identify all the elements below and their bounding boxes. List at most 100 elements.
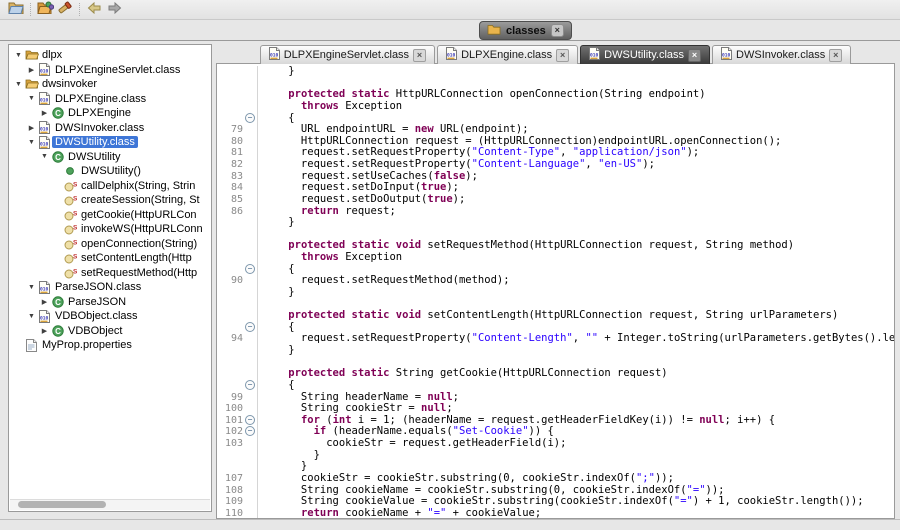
tab-classes[interactable]: classes ×: [479, 21, 572, 40]
open-type-icon-button[interactable]: [35, 2, 55, 18]
tree-item-invokews-httpurlconn[interactable]: SinvokeWS(HttpURLConn: [9, 222, 211, 237]
code-line[interactable]: }: [217, 345, 894, 357]
chevron-down-icon[interactable]: ▼: [26, 284, 37, 291]
line-number: 110: [217, 508, 243, 519]
tree-item-getcookie-httpurlcon[interactable]: SgetCookie(HttpURLCon: [9, 208, 211, 223]
editor-area[interactable]: } protected static HttpURLConnection ope…: [216, 63, 895, 519]
code-line[interactable]: }: [217, 66, 894, 78]
tree-item-label: invokeWS(HttpURLConn: [78, 223, 206, 235]
close-icon[interactable]: ×: [413, 49, 426, 62]
code-line[interactable]: 90 request.setRequestMethod(method);: [217, 275, 894, 287]
fold-column: [243, 240, 258, 252]
tree-item-vdbobject-class[interactable]: ▼010VDBObject.class: [9, 309, 211, 324]
class-file-icon: 010: [721, 47, 732, 63]
tree-item-setrequestmethod-http[interactable]: SsetRequestMethod(Http: [9, 266, 211, 281]
collapse-icon[interactable]: −: [245, 380, 255, 390]
search-icon-button[interactable]: [55, 2, 75, 18]
tree-item-parsejson[interactable]: ▶CParseJSON: [9, 295, 211, 310]
chevron-right-icon[interactable]: ▶: [39, 327, 50, 335]
collapse-icon[interactable]: −: [245, 264, 255, 274]
fold-column: −: [243, 426, 258, 438]
tree-item-dlpx[interactable]: ▼dlpx: [9, 48, 211, 63]
chevron-down-icon[interactable]: ▼: [26, 313, 37, 320]
line-number: [217, 322, 243, 334]
forward-icon-button[interactable]: [104, 2, 124, 18]
editor-tab-dwsutility-class[interactable]: 010DWSUtility.class×: [580, 45, 710, 64]
collapse-icon[interactable]: −: [245, 113, 255, 123]
line-number: [217, 299, 243, 311]
fold-column: [243, 136, 258, 148]
tree-item-openconnection-string-[interactable]: SopenConnection(String): [9, 237, 211, 252]
svg-text:S: S: [73, 225, 77, 232]
main-toolbar: [0, 0, 900, 20]
class-file-icon: 010: [37, 136, 52, 149]
line-number: [217, 380, 243, 392]
tree-item-vdbobject[interactable]: ▶CVDBObject: [9, 324, 211, 339]
chevron-down-icon[interactable]: ▼: [26, 139, 37, 146]
line-number: [217, 264, 243, 276]
code-line[interactable]: protected static void setContentLength(H…: [217, 310, 894, 322]
tree-item-dwsinvoker[interactable]: ▼ dwsinvoker: [9, 77, 211, 92]
chevron-down-icon[interactable]: ▼: [13, 81, 24, 88]
line-number: [217, 450, 243, 462]
tree-item-dwsutility-class[interactable]: ▼010DWSUtility.class: [9, 135, 211, 150]
chevron-down-icon[interactable]: ▼: [26, 95, 37, 102]
editor-tab-dlpxengineservlet-class[interactable]: 010DLPXEngineServlet.class×: [260, 45, 435, 64]
line-number: 80: [217, 136, 243, 148]
tree-item-dlpxengineservlet-class[interactable]: ▶010DLPXEngineServlet.class: [9, 63, 211, 78]
tree-item-calldelphix-string-strin[interactable]: ScallDelphix(String, Strin: [9, 179, 211, 194]
close-icon[interactable]: ×: [551, 24, 564, 37]
close-icon[interactable]: ×: [829, 49, 842, 62]
back-icon-button[interactable]: [84, 2, 104, 18]
svg-text:C: C: [55, 298, 61, 307]
tree-item-dlpxengine-class[interactable]: ▼010DLPXEngine.class: [9, 92, 211, 107]
scrollbar-thumb[interactable]: [18, 501, 106, 508]
tree-item-dlpxengine[interactable]: ▶CDLPXEngine: [9, 106, 211, 121]
tree-item-label: DLPXEngine.class: [52, 93, 149, 105]
collapse-icon[interactable]: −: [245, 426, 255, 436]
tree-item-dwsinvoker-class[interactable]: ▶010DWSInvoker.class: [9, 121, 211, 136]
collapse-icon[interactable]: −: [245, 322, 255, 332]
line-number: [217, 310, 243, 322]
line-number: 102: [217, 426, 243, 438]
chevron-right-icon[interactable]: ▶: [39, 298, 50, 306]
collapse-icon[interactable]: −: [245, 415, 255, 425]
code-line[interactable]: throws Exception: [217, 252, 894, 264]
tree-item-dwsutility[interactable]: ▼CDWSUtility: [9, 150, 211, 165]
tree-item-createsession-string-st[interactable]: ScreateSession(String, St: [9, 193, 211, 208]
close-icon[interactable]: ×: [688, 49, 701, 62]
chevron-right-icon[interactable]: ▶: [26, 124, 37, 132]
line-number: 109: [217, 496, 243, 508]
fold-column: [243, 508, 258, 519]
tree-item-label: dwsinvoker: [39, 78, 100, 90]
editor-tab-dwsinvoker-class[interactable]: 010DWSInvoker.class×: [712, 45, 851, 64]
fold-column: [243, 101, 258, 113]
tree-item-setcontentlength-http[interactable]: SsetContentLength(Http: [9, 251, 211, 266]
tree-item-myprop-properties[interactable]: MyProp.properties: [9, 338, 211, 353]
back-icon: [87, 1, 102, 19]
code-line[interactable]: 110 return cookieName + "=" + cookieValu…: [217, 508, 894, 519]
code-line[interactable]: 86 return request;: [217, 206, 894, 218]
chevron-down-icon[interactable]: ▼: [13, 52, 24, 59]
code-line[interactable]: }: [217, 450, 894, 462]
close-icon[interactable]: ×: [556, 49, 569, 62]
code-view[interactable]: } protected static HttpURLConnection ope…: [217, 64, 894, 519]
code-line[interactable]: }: [217, 217, 894, 229]
static-method-icon: S: [63, 223, 78, 235]
class-file-icon: 010: [37, 310, 52, 323]
editor-tab-dlpxengine-class[interactable]: 010DLPXEngine.class×: [437, 45, 578, 64]
chevron-right-icon[interactable]: ▶: [39, 109, 50, 117]
code-line[interactable]: throws Exception: [217, 101, 894, 113]
code-line[interactable]: 94 request.setRequestProperty("Content-L…: [217, 333, 894, 345]
chevron-right-icon[interactable]: ▶: [26, 66, 37, 74]
tree-horizontal-scrollbar[interactable]: [10, 499, 210, 510]
tree-item-parsejson-class[interactable]: ▼010ParseJSON.class: [9, 280, 211, 295]
tree-item-dwsutility-[interactable]: DWSUtility(): [9, 164, 211, 179]
tree-item-label: DWSUtility.class: [52, 136, 138, 148]
fold-column: −: [243, 380, 258, 392]
code-line[interactable]: protected static String getCookie(HttpUR…: [217, 368, 894, 380]
chevron-down-icon[interactable]: ▼: [39, 153, 50, 160]
fold-column: [243, 147, 258, 159]
code-line[interactable]: }: [217, 287, 894, 299]
open-file-icon-button[interactable]: [6, 2, 26, 18]
